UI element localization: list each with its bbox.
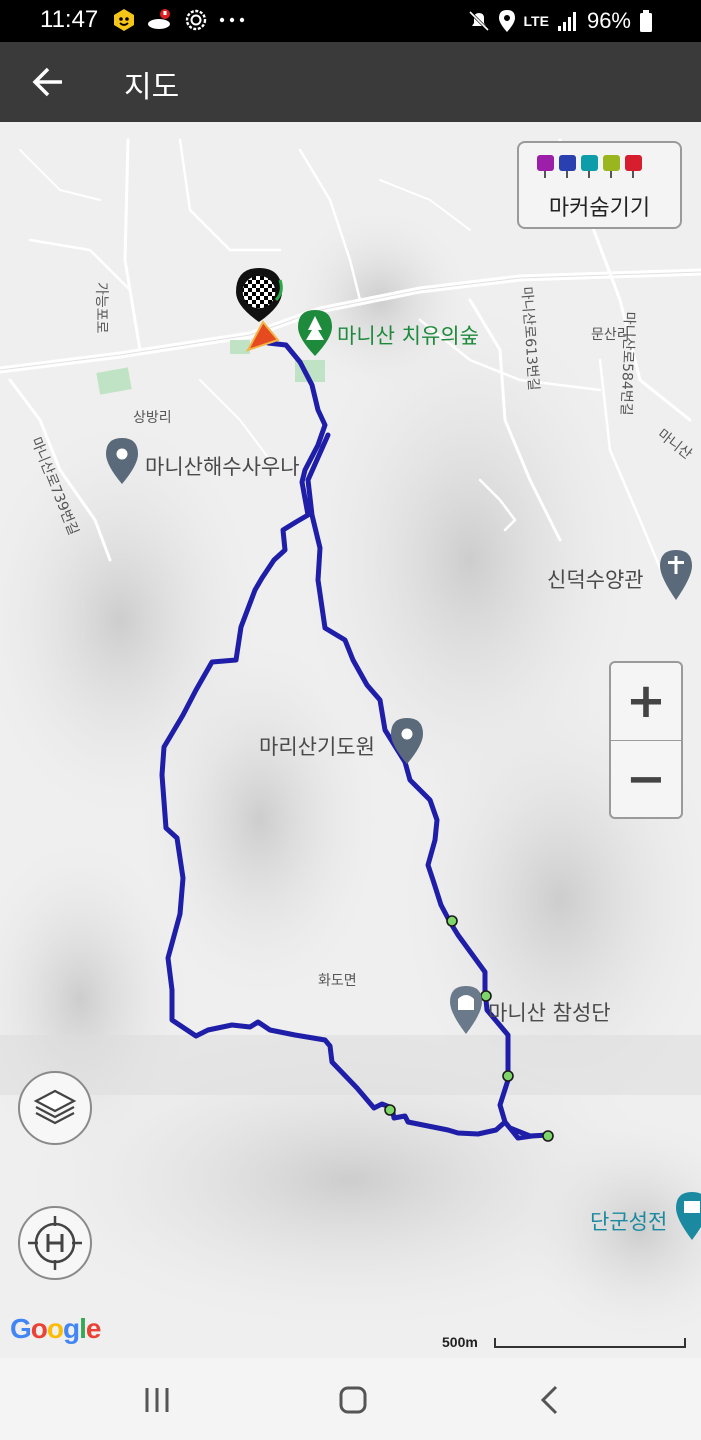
- waypoint-dot[interactable]: [542, 1130, 554, 1142]
- app-bar: 지도: [0, 42, 701, 122]
- poi-label-retreat[interactable]: 신덕수양관: [547, 564, 644, 594]
- area-label-hwado: 화도면: [318, 973, 357, 989]
- waypoint-dot[interactable]: [446, 915, 458, 927]
- mute-icon: [468, 10, 489, 32]
- signal-icon: [557, 12, 576, 31]
- poi-label-prayer-house[interactable]: 마리산기도원: [259, 731, 375, 761]
- mic-icon: [581, 155, 598, 178]
- crosshair-home-icon: [28, 1216, 82, 1270]
- system-nav-bar: [0, 1358, 701, 1440]
- page-title: 지도: [124, 70, 180, 105]
- area-label-munsan: 문산리: [591, 327, 630, 343]
- status-bar: 11:47 LTE 96%: [0, 0, 701, 42]
- zoom-out-button[interactable]: −: [611, 741, 681, 818]
- recent-apps-icon[interactable]: [137, 1380, 177, 1420]
- arrow-left-icon[interactable]: [30, 64, 66, 100]
- area-label-sangbang: 상방리: [133, 410, 172, 426]
- center-home-button[interactable]: [18, 1206, 92, 1280]
- map-view[interactable]: 마니산 치유의숲 마니산해수사우나 신덕수양관 마리산기도원 마니산 참성단 단…: [0, 122, 701, 1358]
- status-time: 11:47: [40, 6, 99, 33]
- back-icon[interactable]: [530, 1380, 570, 1420]
- notification-icons: [112, 8, 246, 32]
- scale-bar: [494, 1338, 686, 1348]
- notification-app-icon: [114, 9, 134, 31]
- marker-hide-label: 마커숨기기: [548, 196, 651, 221]
- poi-label-dangun-shrine[interactable]: 단군성전: [590, 1206, 667, 1236]
- flag-icon: [625, 155, 642, 178]
- location-icon: [498, 10, 515, 32]
- system-icons: LTE 96%: [468, 8, 653, 34]
- road-label-gaeungpo: 가능포로: [93, 282, 109, 334]
- note-icon: [603, 155, 620, 178]
- network-type: LTE: [523, 13, 549, 29]
- video-icon: [559, 155, 576, 178]
- layers-button[interactable]: [18, 1071, 92, 1145]
- google-logo: Google: [10, 1313, 101, 1344]
- waypoint-dot[interactable]: [502, 1070, 514, 1082]
- marker-pin-row: [537, 155, 642, 178]
- waypoint-dot[interactable]: [384, 1104, 396, 1116]
- poi-label-sauna[interactable]: 마니산해수사우나: [145, 451, 300, 481]
- zoom-controls: + −: [609, 661, 683, 819]
- poi-label-chamseongdan[interactable]: 마니산 참성단: [488, 997, 611, 1027]
- settings-ring-icon: [185, 9, 207, 31]
- home-icon[interactable]: [333, 1380, 373, 1420]
- battery-percent: 96%: [586, 8, 631, 33]
- notification-app-icon-2: [148, 9, 170, 29]
- battery-icon: [640, 10, 652, 32]
- scale-label: 500m: [442, 1334, 478, 1350]
- zoom-in-button[interactable]: +: [611, 663, 681, 740]
- more-dots-icon: [219, 17, 245, 23]
- camera-icon: [537, 155, 554, 178]
- marker-hide-button[interactable]: 마커숨기기: [517, 141, 682, 229]
- layers-icon: [33, 1089, 77, 1125]
- poi-label-healing-forest[interactable]: 마니산 치유의숲: [337, 320, 479, 350]
